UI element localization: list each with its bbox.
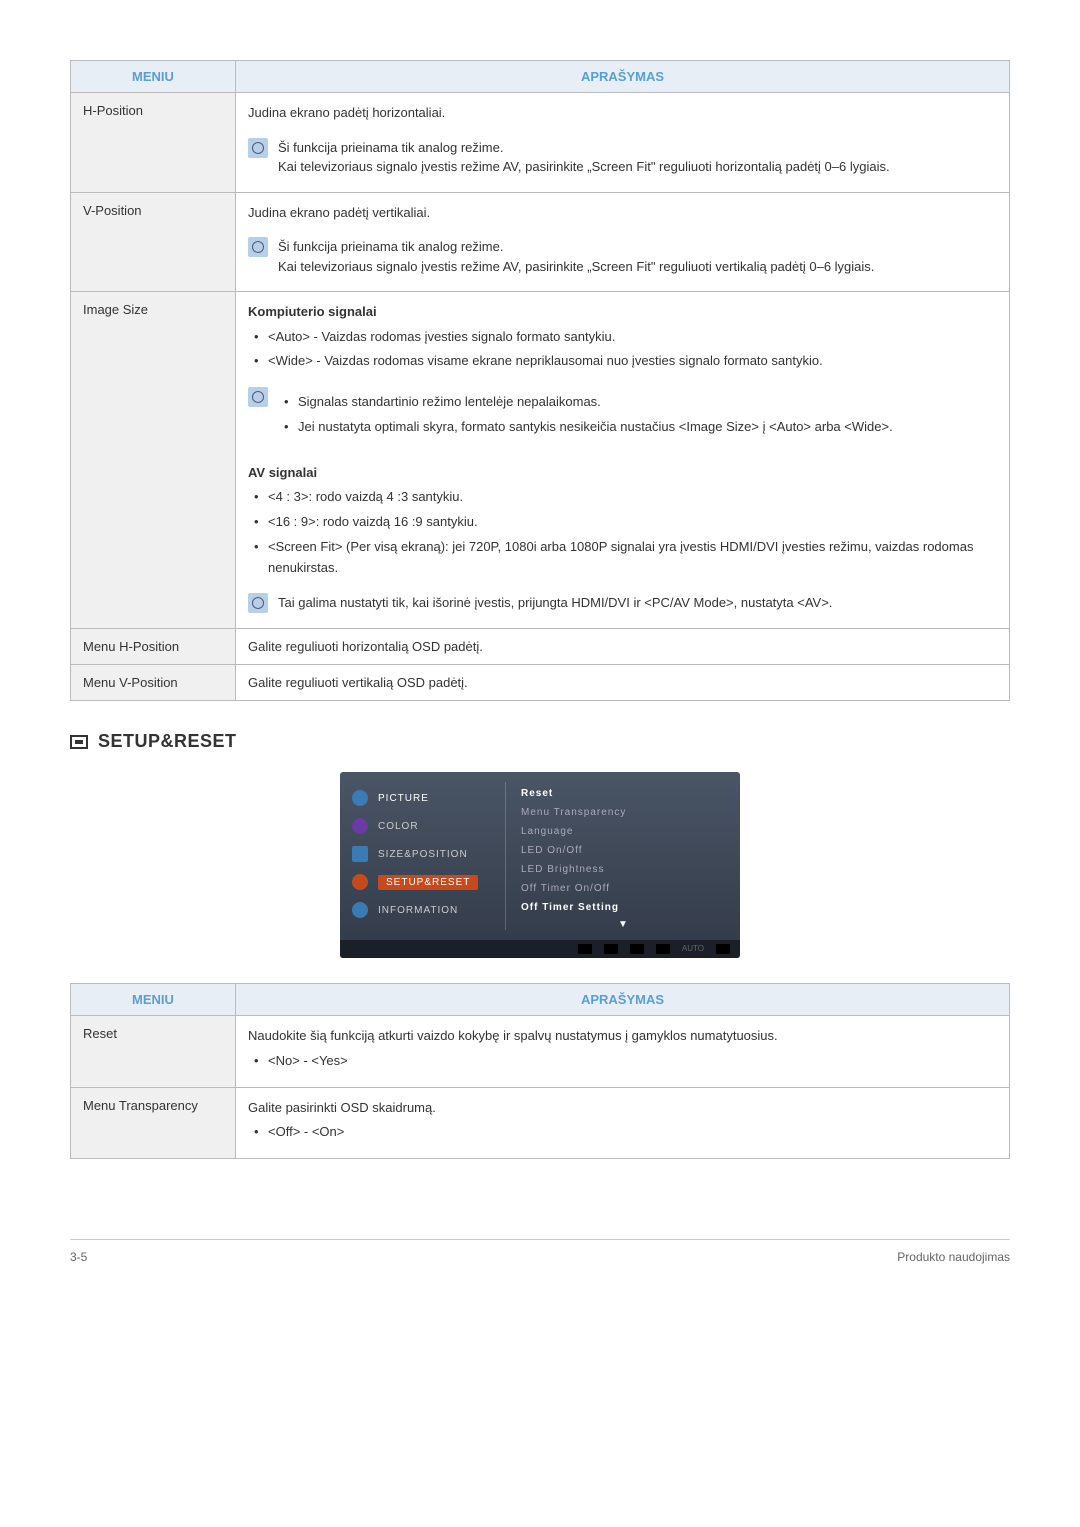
osd-option: LED Brightness [521,860,725,879]
table-row: Menu H-Position Galite reguliuoti horizo… [71,629,1010,665]
list-item: Signalas standartinio režimo lentelėje n… [278,392,997,413]
note-icon [248,237,268,257]
nav-icon [716,944,730,954]
header-desc: APRAŠYMAS [236,61,1010,93]
page-number: 3-5 [70,1250,87,1264]
osd-menu-item: PICTURE [340,784,505,812]
list-item: <Wide> - Vaizdas rodomas visame ekrane n… [248,351,997,372]
osd-option: Language [521,822,725,841]
nav-icon [604,944,618,954]
menu-desc: Judina ekrano padėtį horizontaliai. Ši f… [236,93,1010,193]
list-item: Jei nustatyta optimali skyra, formato sa… [278,417,997,438]
table-row: V-Position Judina ekrano padėtį vertikal… [71,192,1010,292]
page-footer: 3-5 Produkto naudojimas [70,1239,1010,1264]
nav-icon [656,944,670,954]
nav-icon [578,944,592,954]
table-row: H-Position Judina ekrano padėtį horizont… [71,93,1010,193]
list-item: <Auto> - Vaizdas rodomas įvesties signal… [248,327,997,348]
section-title: SETUP&RESET [70,731,1010,752]
menu-name: Menu H-Position [71,629,236,665]
menu-table-1: MENIU APRAŠYMAS H-Position Judina ekrano… [70,60,1010,701]
menu-name: Menu V-Position [71,665,236,701]
osd-option: Menu Transparency [521,803,725,822]
note-icon [248,387,268,407]
osd-menu-item: INFORMATION [340,896,505,924]
table-row: Image Size Kompiuterio signalai <Auto> -… [71,292,1010,629]
osd-option: Off Timer On/Off [521,879,725,898]
table-row: Reset Naudokite šią funkciją atkurti vai… [71,1016,1010,1087]
osd-option: Off Timer Setting [521,898,725,917]
nav-icon [630,944,644,954]
list-item: <Screen Fit> (Per visą ekraną): jei 720P… [248,537,997,579]
menu-desc: Galite reguliuoti horizontalią OSD padėt… [236,629,1010,665]
list-item: <Off> - <On> [248,1122,997,1143]
osd-footer: AUTO [340,940,740,958]
header-menu: MENIU [71,61,236,93]
list-item: <4 : 3>: rodo vaizdą 4 :3 santykiu. [248,487,997,508]
list-item: <No> - <Yes> [248,1051,997,1072]
osd-menu-item: SETUP&RESET [340,868,505,896]
menu-table-2: MENIU APRAŠYMAS Reset Naudokite šią funk… [70,983,1010,1159]
note-icon [248,593,268,613]
menu-name: Reset [71,1016,236,1087]
gear-icon [70,735,88,749]
osd-option: Reset [521,784,725,803]
osd-menu-item: SIZE&POSITION [340,840,505,868]
menu-name: Menu Transparency [71,1087,236,1158]
table-row: Menu V-Position Galite reguliuoti vertik… [71,665,1010,701]
list-item: <16 : 9>: rodo vaizdą 16 :9 santykiu. [248,512,997,533]
menu-desc: Naudokite šią funkciją atkurti vaizdo ko… [236,1016,1010,1087]
page-section: Produkto naudojimas [897,1250,1010,1264]
menu-desc: Galite pasirinkti OSD skaidrumą. <Off> -… [236,1087,1010,1158]
menu-name: V-Position [71,192,236,292]
osd-option: LED On/Off [521,841,725,860]
menu-name: H-Position [71,93,236,193]
header-desc: APRAŠYMAS [236,984,1010,1016]
osd-screenshot: PICTURE COLOR SIZE&POSITION SETUP&RESET … [340,772,740,958]
down-arrow-icon: ▼ [521,917,725,932]
menu-desc: Kompiuterio signalai <Auto> - Vaizdas ro… [236,292,1010,629]
menu-name: Image Size [71,292,236,629]
header-menu: MENIU [71,984,236,1016]
table-row: Menu Transparency Galite pasirinkti OSD … [71,1087,1010,1158]
menu-desc: Galite reguliuoti vertikalią OSD padėtį. [236,665,1010,701]
note-icon [248,138,268,158]
menu-desc: Judina ekrano padėtį vertikaliai. Ši fun… [236,192,1010,292]
osd-menu-item: COLOR [340,812,505,840]
